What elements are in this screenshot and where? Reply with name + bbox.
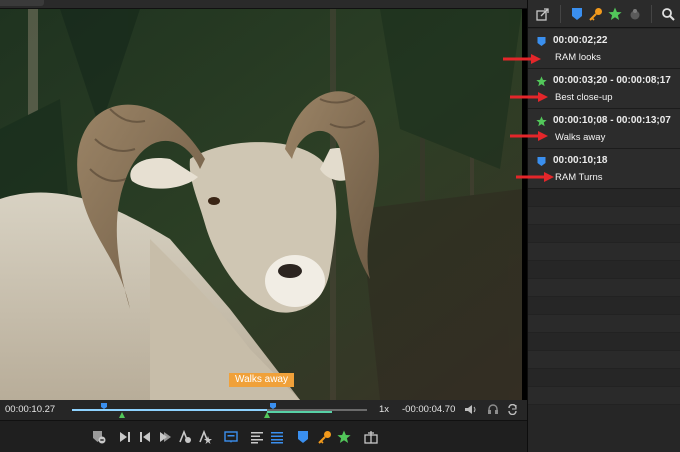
empty-row <box>528 225 680 243</box>
marker-tool-icon[interactable] <box>178 430 192 444</box>
bottom-toolbar <box>0 420 527 452</box>
toolbar-divider <box>651 5 652 23</box>
star-icon[interactable] <box>608 7 622 21</box>
scrubber-progress <box>72 409 267 411</box>
marker-pin-icon[interactable] <box>269 403 276 409</box>
empty-row <box>528 369 680 387</box>
delete-marker-icon[interactable] <box>92 430 106 444</box>
empty-row <box>528 297 680 315</box>
current-timecode: 00:00:10.27 <box>5 404 56 415</box>
loop-icon[interactable] <box>507 403 518 418</box>
video-viewer[interactable]: Walks away <box>0 0 527 400</box>
star-icon <box>536 76 547 87</box>
previous-marker-icon[interactable] <box>138 430 152 444</box>
marker-icon[interactable] <box>570 7 584 21</box>
star-pin-icon[interactable] <box>263 412 270 418</box>
empty-row <box>528 387 680 405</box>
next-marker-icon[interactable] <box>118 430 132 444</box>
entry-timecode: 00:00:03;20 - 00:00:08;17 <box>553 75 671 86</box>
marker-icon <box>536 36 547 47</box>
scrubber-track[interactable] <box>72 403 367 418</box>
empty-row <box>528 333 680 351</box>
viewer-top-strip <box>0 0 527 9</box>
marker-list: 00:00:02;22 RAM looks 00:00:03;20 - 00:0… <box>528 29 680 405</box>
toolbar-divider <box>560 5 561 23</box>
split-view-icon[interactable] <box>364 430 378 444</box>
key-icon[interactable] <box>589 7 603 21</box>
panel-toolbar <box>528 0 680 28</box>
go-to-end-icon[interactable] <box>158 430 172 444</box>
marker-pin-icon[interactable] <box>101 403 108 409</box>
star-pin-icon[interactable] <box>119 412 126 418</box>
annotation-arrow <box>516 172 554 182</box>
favorite-tool-icon[interactable] <box>198 430 212 444</box>
entry-timecode: 00:00:10;08 - 00:00:13;07 <box>553 115 671 126</box>
playback-speed[interactable]: 1x <box>379 404 389 415</box>
video-frame-image <box>0 9 522 400</box>
entry-timecode: 00:00:10;18 <box>553 155 608 166</box>
share-icon[interactable] <box>536 7 550 21</box>
list-item[interactable]: 00:00:03;20 - 00:00:08;17 Best close-up <box>528 69 680 109</box>
list-item[interactable]: 00:00:10;18 RAM Turns <box>528 149 680 189</box>
annotation-arrow <box>503 54 541 64</box>
scrubber-in-out-range <box>266 411 332 413</box>
entry-note[interactable]: RAM looks <box>555 52 601 63</box>
dot-icon[interactable] <box>628 7 642 21</box>
filmstrip-view-icon[interactable] <box>270 430 284 444</box>
transport-bar: 00:00:10.27 1x -00:00:04.70 <box>0 400 527 420</box>
list-item[interactable]: 00:00:10;08 - 00:00:13;07 Walks away <box>528 109 680 149</box>
entry-note[interactable]: RAM Turns <box>555 172 603 183</box>
empty-row <box>528 315 680 333</box>
key-filter-icon[interactable] <box>318 430 332 444</box>
search-icon[interactable] <box>661 7 675 21</box>
empty-row <box>528 243 680 261</box>
markers-panel: 00:00:02;22 RAM looks 00:00:03;20 - 00:0… <box>503 0 680 452</box>
headphones-icon[interactable] <box>488 404 498 418</box>
empty-row <box>528 207 680 225</box>
list-item[interactable]: 00:00:02;22 RAM looks <box>528 29 680 69</box>
entry-note[interactable]: Walks away <box>555 132 605 143</box>
marker-filter-icon[interactable] <box>296 430 310 444</box>
viewer-tab[interactable] <box>0 0 44 6</box>
remaining-timecode: -00:00:04.70 <box>402 404 456 415</box>
empty-row <box>528 351 680 369</box>
marker-caption: Walks away <box>229 373 294 387</box>
empty-row <box>528 279 680 297</box>
empty-row <box>528 189 680 207</box>
list-view-icon[interactable] <box>250 430 264 444</box>
annotation-arrow <box>510 92 548 102</box>
video-frame <box>0 9 522 400</box>
star-icon <box>536 116 547 127</box>
entry-timecode: 00:00:02;22 <box>553 35 608 46</box>
volume-icon[interactable] <box>465 404 477 418</box>
empty-row <box>528 261 680 279</box>
marker-icon <box>536 156 547 167</box>
star-filter-icon[interactable] <box>337 430 351 444</box>
caption-overlay-icon[interactable] <box>224 430 238 444</box>
entry-note[interactable]: Best close-up <box>555 92 613 103</box>
annotation-arrow <box>510 131 548 141</box>
